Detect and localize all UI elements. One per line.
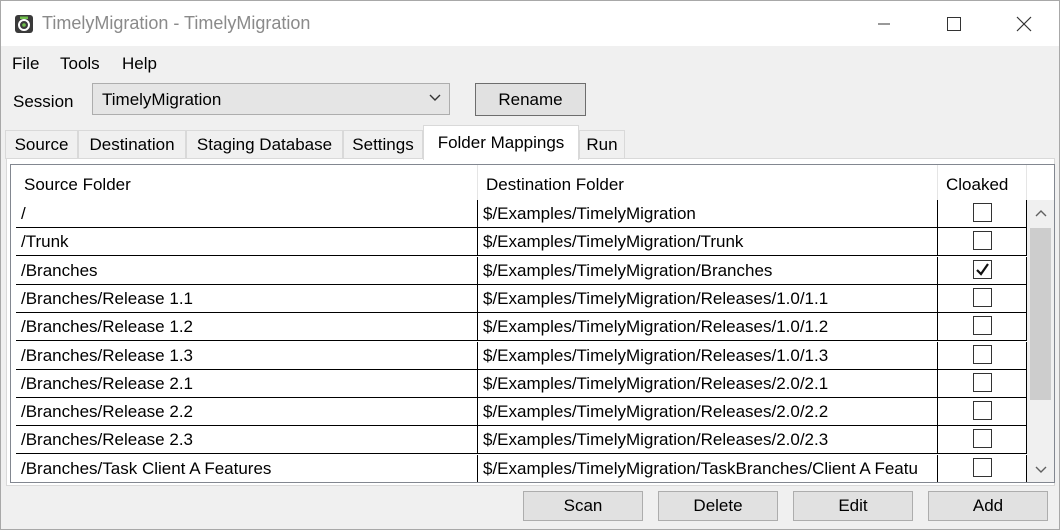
checkmark-icon: [975, 262, 989, 276]
scan-button[interactable]: Scan: [523, 491, 643, 521]
cloaked-checkbox[interactable]: [972, 372, 992, 392]
table-row[interactable]: /Branches/Task Client A Features $/Exampl…: [11, 454, 1027, 482]
column-header-destination-folder[interactable]: Destination Folder: [478, 165, 938, 200]
cloaked-checkbox[interactable]: [972, 231, 992, 251]
close-button[interactable]: [989, 1, 1059, 46]
grid-header: Source Folder Destination Folder Cloaked: [11, 165, 1054, 200]
cloaked-cell: [938, 341, 1027, 370]
minimize-icon: [878, 23, 890, 24]
column-header-source-folder[interactable]: Source Folder: [16, 165, 478, 200]
menu-help[interactable]: Help: [122, 54, 157, 74]
source-folder-cell[interactable]: /Branches/Task Client A Features: [16, 454, 478, 482]
source-folder-cell[interactable]: /Branches/Release 2.2: [16, 398, 478, 427]
cloaked-checkbox[interactable]: [972, 457, 992, 477]
scroll-up-arrow-icon: [1035, 210, 1046, 217]
maximize-button[interactable]: [919, 1, 989, 46]
destination-folder-cell[interactable]: $/Examples/TimelyMigration/Releases/2.0/…: [478, 426, 938, 455]
cloaked-cell: [938, 369, 1027, 398]
cloaked-checkbox[interactable]: [972, 287, 992, 307]
app-window: TimelyMigration - TimelyMigration File T…: [0, 0, 1060, 530]
cloaked-checkbox[interactable]: [972, 344, 992, 364]
scroll-thumb[interactable]: [1030, 228, 1051, 400]
window-title: TimelyMigration - TimelyMigration: [42, 13, 311, 33]
cloaked-checkbox[interactable]: [972, 316, 992, 336]
destination-folder-cell[interactable]: $/Examples/TimelyMigration/Releases/2.0/…: [478, 369, 938, 398]
destination-folder-cell[interactable]: $/Examples/TimelyMigration/Releases/1.0/…: [478, 313, 938, 342]
column-header-cloaked[interactable]: Cloaked: [938, 165, 1027, 200]
cloaked-checkbox[interactable]: [972, 259, 992, 279]
destination-folder-cell[interactable]: $/Examples/TimelyMigration/Trunk: [478, 228, 938, 257]
table-row[interactable]: / $/Examples/TimelyMigration: [11, 200, 1027, 228]
source-folder-cell[interactable]: /Branches/Release 1.2: [16, 313, 478, 342]
destination-folder-cell[interactable]: $/Examples/TimelyMigration: [478, 200, 938, 228]
cloaked-cell: [938, 454, 1027, 482]
cloaked-cell: [938, 426, 1027, 455]
table-row[interactable]: /Trunk $/Examples/TimelyMigration/Trunk: [11, 228, 1027, 257]
source-folder-cell[interactable]: /Trunk: [16, 228, 478, 257]
delete-button[interactable]: Delete: [658, 491, 778, 521]
menu-tools[interactable]: Tools: [60, 54, 100, 74]
tab-folder-mappings[interactable]: Folder Mappings: [423, 125, 579, 160]
table-row[interactable]: /Branches/Release 2.2 $/Examples/TimelyMi…: [11, 398, 1027, 427]
scroll-down-arrow-icon: [1035, 466, 1046, 473]
table-row[interactable]: /Branches/Release 2.3 $/Examples/TimelyMi…: [11, 426, 1027, 455]
cloaked-cell: [938, 200, 1027, 228]
rename-button[interactable]: Rename: [475, 83, 586, 116]
cloaked-cell: [938, 398, 1027, 427]
menu-bar: File Tools Help: [1, 46, 1059, 80]
chevron-down-icon: [429, 94, 441, 101]
tab-destination[interactable]: Destination: [78, 130, 186, 159]
edit-button[interactable]: Edit: [793, 491, 913, 521]
table-row[interactable]: /Branches/Release 2.1 $/Examples/TimelyMi…: [11, 369, 1027, 398]
tab-settings[interactable]: Settings: [343, 130, 423, 159]
cloaked-cell: [938, 284, 1027, 313]
source-folder-cell[interactable]: /Branches/Release 2.1: [16, 369, 478, 398]
table-row[interactable]: /Branches $/Examples/TimelyMigration/Bran…: [11, 256, 1027, 285]
table-row[interactable]: /Branches/Release 1.2 $/Examples/TimelyMi…: [11, 313, 1027, 342]
menu-file[interactable]: File: [12, 54, 39, 74]
minimize-button[interactable]: [849, 1, 919, 46]
cloaked-checkbox[interactable]: [972, 401, 992, 421]
session-select[interactable]: TimelyMigration: [92, 83, 450, 115]
session-value: TimelyMigration: [102, 90, 222, 109]
add-button[interactable]: Add: [928, 491, 1048, 521]
scroll-up-button[interactable]: [1027, 200, 1054, 226]
maximize-icon: [947, 16, 961, 31]
close-icon: [1016, 16, 1032, 31]
session-label: Session: [13, 92, 74, 111]
source-folder-cell[interactable]: /Branches/Release 1.3: [16, 341, 478, 370]
vertical-scrollbar[interactable]: [1027, 200, 1054, 482]
folder-mappings-grid[interactable]: Source Folder Destination Folder Cloaked…: [10, 164, 1055, 483]
source-folder-cell[interactable]: /Branches/Release 2.3: [16, 426, 478, 455]
cloaked-cell: [938, 256, 1027, 285]
destination-folder-cell[interactable]: $/Examples/TimelyMigration/Branches: [478, 256, 938, 285]
destination-folder-cell[interactable]: $/Examples/TimelyMigration/Releases/1.0/…: [478, 284, 938, 313]
destination-folder-cell[interactable]: $/Examples/TimelyMigration/Releases/2.0/…: [478, 398, 938, 427]
tab-staging-database[interactable]: Staging Database: [186, 130, 343, 159]
destination-folder-cell[interactable]: $/Examples/TimelyMigration/Releases/1.0/…: [478, 341, 938, 370]
app-gear-icon: [15, 15, 33, 33]
table-row[interactable]: /Branches/Release 1.1 $/Examples/TimelyMi…: [11, 284, 1027, 313]
cloaked-cell: [938, 313, 1027, 342]
source-folder-cell[interactable]: /: [16, 200, 478, 228]
cloaked-checkbox[interactable]: [972, 429, 992, 449]
tab-run[interactable]: Run: [579, 130, 625, 159]
tab-strip: Source Destination Staging Database Sett…: [1, 125, 1059, 160]
source-folder-cell[interactable]: /Branches/Release 1.1: [16, 284, 478, 313]
title-bar: TimelyMigration - TimelyMigration: [1, 1, 1059, 46]
cloaked-checkbox[interactable]: [972, 203, 992, 222]
scroll-down-button[interactable]: [1027, 457, 1054, 482]
cloaked-cell: [938, 228, 1027, 257]
table-row[interactable]: /Branches/Release 1.3 $/Examples/TimelyMi…: [11, 341, 1027, 370]
tab-source[interactable]: Source: [5, 130, 78, 159]
destination-folder-cell[interactable]: $/Examples/TimelyMigration/TaskBranches/…: [478, 454, 938, 482]
source-folder-cell[interactable]: /Branches: [16, 256, 478, 285]
